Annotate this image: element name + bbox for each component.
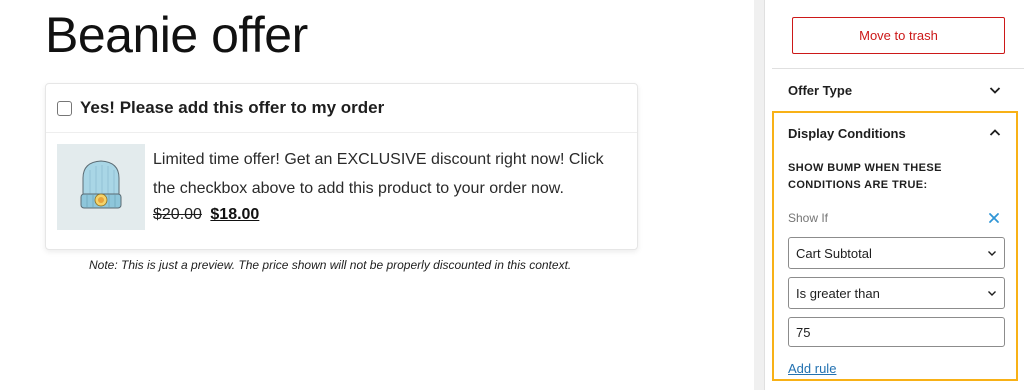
offer-type-title: Offer Type <box>788 82 853 98</box>
move-to-trash-button[interactable]: Move to trash <box>792 17 1005 54</box>
offer-type-toggle[interactable]: Offer Type <box>788 80 1003 100</box>
chevron-down-icon <box>988 291 996 296</box>
sidebar-gutter <box>754 0 764 390</box>
condition-operator-select[interactable]: Is greater than <box>788 277 1005 309</box>
close-icon[interactable] <box>987 211 1001 225</box>
chevron-down-icon <box>989 87 1001 94</box>
offer-description: Limited time offer! Get an EXCLUSIVE dis… <box>153 151 604 197</box>
condition-field-value: Cart Subtotal <box>796 245 872 261</box>
offer-header: Yes! Please add this offer to my order <box>46 84 637 133</box>
chevron-up-icon <box>989 129 1001 136</box>
display-conditions-toggle[interactable]: Display Conditions <box>788 123 1003 143</box>
offer-body: Limited time offer! Get an EXCLUSIVE dis… <box>46 133 637 250</box>
chevron-down-icon <box>988 251 996 256</box>
price-row: $20.00 $18.00 <box>153 206 259 224</box>
offer-card: Yes! Please add this offer to my order L… <box>45 83 638 250</box>
offer-checkbox[interactable] <box>57 100 72 116</box>
condition-value-input[interactable] <box>788 317 1005 347</box>
offer-checkbox-label[interactable]: Yes! Please add this offer to my order <box>80 98 384 118</box>
condition-field-select[interactable]: Cart Subtotal <box>788 237 1005 269</box>
condition-operator-value: Is greater than <box>796 285 880 301</box>
add-rule-link[interactable]: Add rule <box>788 361 836 376</box>
divider <box>772 68 1024 69</box>
original-price: $20.00 <box>153 206 202 223</box>
display-conditions-title: Display Conditions <box>788 125 906 141</box>
beanie-image <box>57 144 145 230</box>
sale-price: $18.00 <box>210 206 260 223</box>
page-title: Beanie offer <box>45 7 308 63</box>
product-image <box>57 144 145 230</box>
show-if-label: Show If <box>788 211 829 225</box>
preview-note: Note: This is just a preview. The price … <box>89 258 572 272</box>
conditions-heading: SHOW BUMP WHEN THESE CONDITIONS ARE TRUE… <box>788 162 942 191</box>
